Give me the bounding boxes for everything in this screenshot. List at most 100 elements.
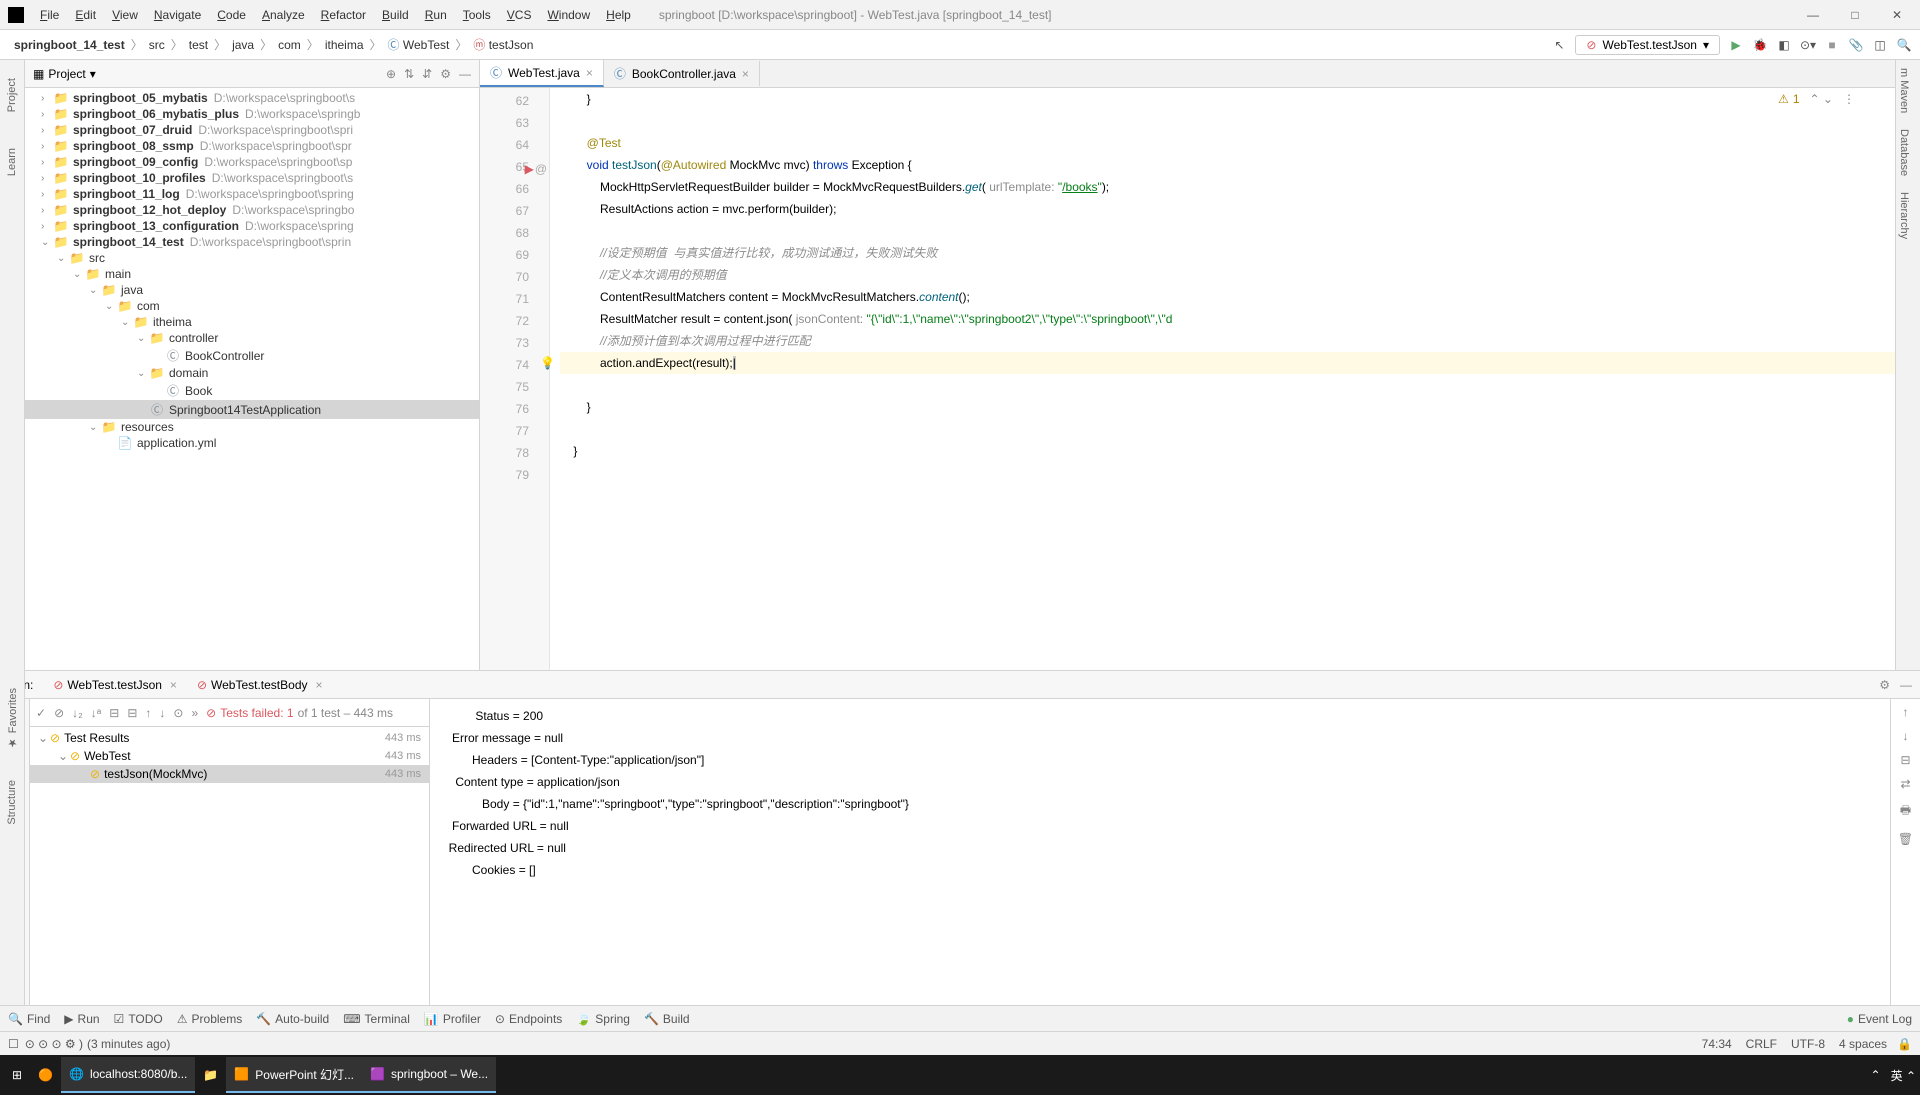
learn-tab[interactable]: Learn [4,140,20,184]
breadcrumb-item[interactable]: springboot_14_test [8,36,131,54]
sort1-icon[interactable]: ↓₂ [72,706,83,720]
breadcrumb-item[interactable]: java [226,36,260,54]
block-icon[interactable]: ⊘ [54,706,64,720]
tree-item[interactable]: ⌄📁resources [25,419,479,435]
profile-button[interactable]: ⊙▾ [1800,37,1816,53]
status-item[interactable]: 74:34 [1702,1037,1732,1051]
project-panel-title[interactable]: ▦Project▾ [33,67,96,81]
history-icon[interactable]: » [191,706,198,720]
taskbar-item[interactable]: 🟠 [30,1057,61,1093]
bottom-problems[interactable]: ⚠Problems [177,1012,242,1026]
status-icon[interactable]: ☐ [8,1037,19,1051]
test-row[interactable]: ⌄⊘WebTest443 ms [30,747,429,765]
tree-item[interactable]: ›📁springboot_08_ssmpD:\workspace\springb… [25,138,479,154]
structure-tab[interactable]: Structure [4,772,20,833]
close-tab-icon[interactable]: × [742,67,749,81]
prev-icon[interactable]: ↑ [145,706,151,720]
menu-refactor[interactable]: Refactor [313,4,374,26]
minimize-button[interactable]: — [1798,5,1828,25]
run-hide-icon[interactable]: — [1900,678,1912,692]
breadcrumb-item[interactable]: itheima [319,36,370,54]
test-row[interactable]: ⌄⊘Test Results443 ms [30,729,429,747]
menu-tools[interactable]: Tools [455,4,499,26]
system-tray[interactable]: ⌃英 ⌃ [1871,1067,1916,1084]
down-icon[interactable]: ↓ [1903,729,1909,743]
sort2-icon[interactable]: ↓ᵃ [91,706,101,720]
close-button[interactable]: ✕ [1882,5,1912,25]
search-button[interactable]: 🔍 [1896,37,1912,53]
close-tab-icon[interactable]: × [586,66,593,80]
tree-item[interactable]: ⌄📁com [25,298,479,314]
tree-item[interactable]: 📄application.yml [25,435,479,451]
status-item[interactable]: CRLF [1746,1037,1777,1051]
maven-tab[interactable]: m Maven [1896,60,1920,121]
bottom-terminal[interactable]: ⌨Terminal [343,1012,410,1026]
tree-item[interactable]: ›📁springboot_09_configD:\workspace\sprin… [25,154,479,170]
editor-tab[interactable]: ⒸWebTest.java× [480,60,604,87]
attach-icon[interactable]: 📎 [1848,37,1864,53]
code-content[interactable]: } @Test void testJson(@Autowired MockMvc… [550,88,1895,670]
tree-item[interactable]: ›📁springboot_12_hot_deployD:\workspace\s… [25,202,479,218]
export-icon[interactable]: ⊙ [173,706,183,720]
status-item[interactable]: UTF-8 [1791,1037,1825,1051]
project-tab[interactable]: Project [4,70,20,120]
bottom-endpoints[interactable]: ⊙Endpoints [495,1012,562,1026]
project-tree[interactable]: ›📁springboot_05_mybatisD:\workspace\spri… [25,88,479,670]
debug-button[interactable]: 🐞 [1752,37,1768,53]
run-tab[interactable]: ⊘WebTest.testJson× [43,676,187,694]
reload-icon[interactable]: ↖ [1551,37,1567,53]
tree-item[interactable]: ⒸSpringboot14TestApplication [25,400,479,419]
breadcrumb[interactable]: springboot_14_test〉src〉test〉java〉com〉ith… [8,34,539,55]
bottom-find[interactable]: 🔍Find [8,1012,50,1026]
run-tab[interactable]: ⊘WebTest.testBody× [187,676,333,694]
event-log-button[interactable]: ●Event Log [1847,1012,1912,1026]
taskbar-item[interactable]: 🟪springboot – We... [362,1057,496,1093]
tree-item[interactable]: ›📁springboot_10_profilesD:\workspace\spr… [25,170,479,186]
tree-item[interactable]: ›📁springboot_11_logD:\workspace\springbo… [25,186,479,202]
taskbar-item[interactable]: 🌐localhost:8080/b... [61,1057,195,1093]
database-tab[interactable]: Database [1896,121,1920,184]
editor-body[interactable]: 62636465▶@6667686970717273747576777879 }… [480,88,1895,670]
expand-icon[interactable]: ⇅ [404,67,414,81]
tree-item[interactable]: ⌄📁domain [25,365,479,381]
bottom-auto-build[interactable]: 🔨Auto-build [256,1012,329,1026]
menu-vcs[interactable]: VCS [499,4,540,26]
bottom-run[interactable]: ▶Run [64,1012,99,1026]
menu-navigate[interactable]: Navigate [146,4,209,26]
console-output[interactable]: Status = 200 Error message = null Header… [430,699,1890,1005]
menu-code[interactable]: Code [209,4,254,26]
bottom-spring[interactable]: 🍃Spring [576,1012,630,1026]
tree-item[interactable]: ›📁springboot_13_configurationD:\workspac… [25,218,479,234]
taskbar-item[interactable]: 📁 [195,1057,226,1093]
breadcrumb-item[interactable]: Ⓒ WebTest [382,34,456,55]
hide-icon[interactable]: — [459,67,471,81]
test-row[interactable]: ⊘testJson(MockMvc)443 ms [30,765,429,783]
expand-all-icon[interactable]: ⊟ [109,706,119,720]
tree-item[interactable]: ›📁springboot_06_mybatis_plusD:\workspace… [25,106,479,122]
tree-item[interactable]: ›📁springboot_07_druidD:\workspace\spring… [25,122,479,138]
stop-button[interactable]: ■ [1824,37,1840,53]
taskbar-item[interactable]: 🟧PowerPoint 幻灯... [226,1057,362,1093]
menu-edit[interactable]: Edit [67,4,104,26]
tree-item[interactable]: ⒸBook [25,381,479,400]
menu-build[interactable]: Build [374,4,417,26]
tree-item[interactable]: ⒸBookController [25,346,479,365]
run-button[interactable]: ▶ [1728,37,1744,53]
hierarchy-tab[interactable]: Hierarchy [1896,184,1920,247]
menu-analyze[interactable]: Analyze [254,4,313,26]
collapse-icon[interactable]: ⇵ [422,67,432,81]
menu-help[interactable]: Help [598,4,639,26]
breadcrumb-item[interactable]: ⓜ testJson [467,34,539,55]
coverage-button[interactable]: ◧ [1776,37,1792,53]
up-icon[interactable]: ↑ [1903,705,1909,719]
menu-view[interactable]: View [104,4,146,26]
collapse-all-icon[interactable]: ⊟ [127,706,137,720]
print-icon[interactable]: 🖶 [1900,801,1911,822]
lock-icon[interactable]: 🔒 [1897,1037,1912,1051]
test-tree[interactable]: ⌄⊘Test Results443 ms⌄⊘WebTest443 ms⊘test… [30,727,429,1005]
tree-item[interactable]: ⌄📁controller [25,330,479,346]
tree-item[interactable]: ⌄📁src [25,250,479,266]
menu-window[interactable]: Window [539,4,598,26]
maximize-button[interactable]: □ [1840,5,1870,25]
wrap-icon[interactable]: ⊟ [1900,753,1910,767]
